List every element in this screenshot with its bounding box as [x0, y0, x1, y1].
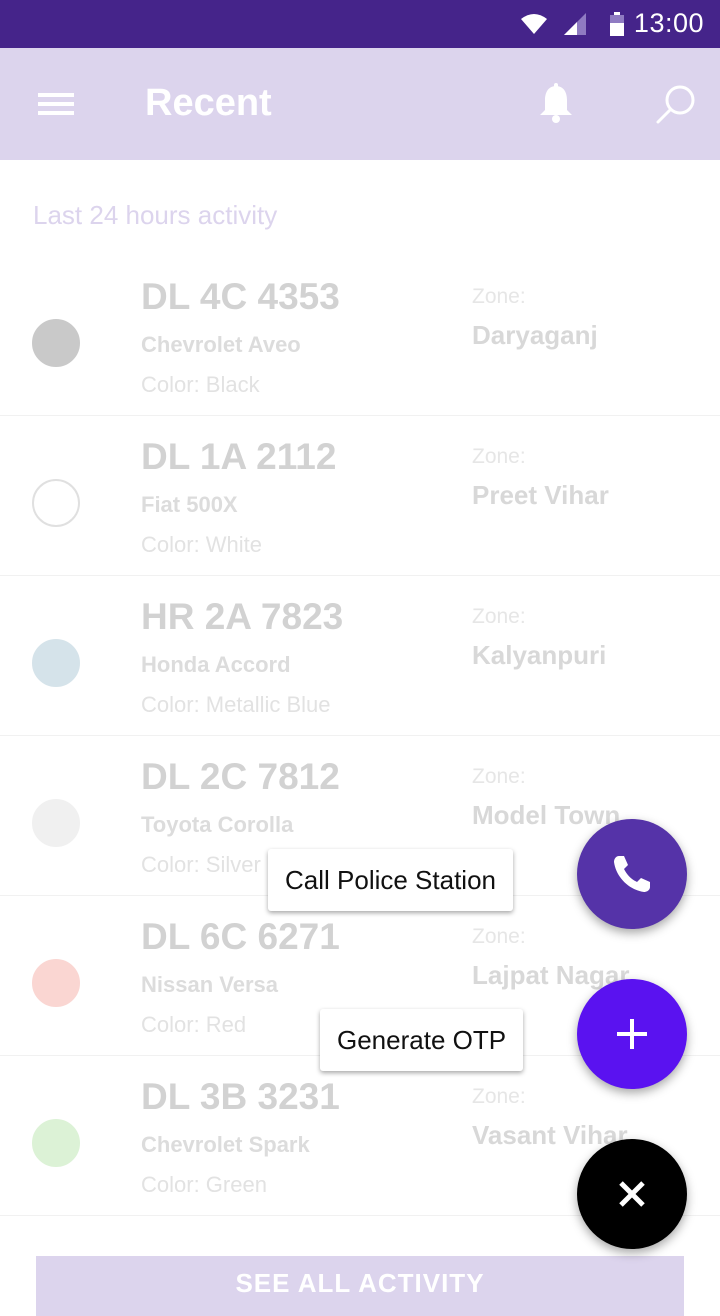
see-all-activity-button[interactable]: SEE ALL ACTIVITY	[36, 1256, 684, 1316]
close-icon	[619, 1181, 645, 1207]
vehicle-row[interactable]: HR 2A 7823 Honda Accord Color: Metallic …	[0, 576, 720, 736]
vehicle-model: Toyota Corolla	[141, 812, 294, 837]
phone-icon	[614, 856, 650, 892]
vehicle-plate: DL 1A 2112	[141, 436, 337, 477]
app-bar: Recent	[0, 48, 720, 160]
zone-label: Zone:	[472, 925, 526, 948]
vehicle-model: Fiat 500X	[141, 492, 238, 517]
zone-value: Preet Vihar	[472, 480, 609, 510]
zone-label: Zone:	[472, 445, 526, 468]
activity-subheader: Last 24 hours activity	[33, 200, 278, 230]
zone-value: Kalyanpuri	[472, 640, 607, 670]
zone-label: Zone:	[472, 1085, 526, 1108]
vehicle-model: Honda Accord	[141, 652, 291, 677]
vehicle-color: Color: Silver	[141, 852, 261, 877]
vehicle-color-swatch	[32, 479, 80, 527]
vehicle-color-swatch	[32, 959, 80, 1007]
vehicle-color-swatch	[32, 319, 80, 367]
generate-otp-label[interactable]: Generate OTP	[320, 1009, 524, 1071]
recent-activity-panel: Last 24 hours activity DL 4C 4353 Chevro…	[0, 160, 720, 1316]
zone-label: Zone:	[472, 285, 526, 308]
vehicle-color-swatch	[32, 799, 80, 847]
vehicle-row[interactable]: DL 4C 4353 Chevrolet Aveo Color: Black Z…	[0, 256, 720, 416]
plus-icon	[617, 1019, 647, 1049]
close-speed-dial-button[interactable]	[577, 1139, 687, 1249]
vehicle-model: Nissan Versa	[141, 972, 278, 997]
vehicle-plate: HR 2A 7823	[141, 596, 344, 637]
vehicle-row[interactable]: DL 1A 2112 Fiat 500X Color: White Zone: …	[0, 416, 720, 576]
vehicle-plate: DL 4C 4353	[141, 276, 340, 317]
notifications-button[interactable]	[532, 80, 580, 128]
call-police-station-label[interactable]: Call Police Station	[268, 849, 513, 911]
status-bar: 13:00	[0, 0, 720, 48]
bell-icon	[540, 83, 572, 123]
menu-icon	[38, 93, 74, 115]
vehicle-plate: DL 3B 3231	[141, 1076, 340, 1117]
vehicle-color: Color: Black	[141, 372, 260, 397]
vehicle-model: Chevrolet Spark	[141, 1132, 310, 1157]
zone-value: Model Town	[472, 800, 621, 830]
vehicle-color: Color: Green	[141, 1172, 267, 1197]
signal-icon	[564, 13, 586, 35]
zone-label: Zone:	[472, 765, 526, 788]
vehicle-color-swatch	[32, 639, 80, 687]
menu-button[interactable]	[30, 84, 82, 124]
page-title: Recent	[145, 82, 272, 124]
vehicle-color: Color: Metallic Blue	[141, 692, 331, 717]
vehicle-plate: DL 2C 7812	[141, 756, 340, 797]
zone-value: Daryaganj	[472, 320, 598, 350]
search-button[interactable]	[652, 80, 700, 128]
generate-otp-button[interactable]	[577, 979, 687, 1089]
wifi-icon	[521, 14, 547, 34]
vehicle-color: Color: White	[141, 532, 263, 557]
search-icon	[656, 85, 695, 124]
vehicle-color-swatch	[32, 1119, 80, 1167]
zone-label: Zone:	[472, 605, 526, 628]
vehicle-model: Chevrolet Aveo	[141, 332, 301, 357]
vehicle-color: Color: Red	[141, 1012, 247, 1037]
vehicle-plate: DL 6C 6271	[141, 916, 340, 957]
battery-icon	[610, 12, 624, 36]
call-police-station-button[interactable]	[577, 819, 687, 929]
status-time: 13:00	[633, 8, 704, 38]
